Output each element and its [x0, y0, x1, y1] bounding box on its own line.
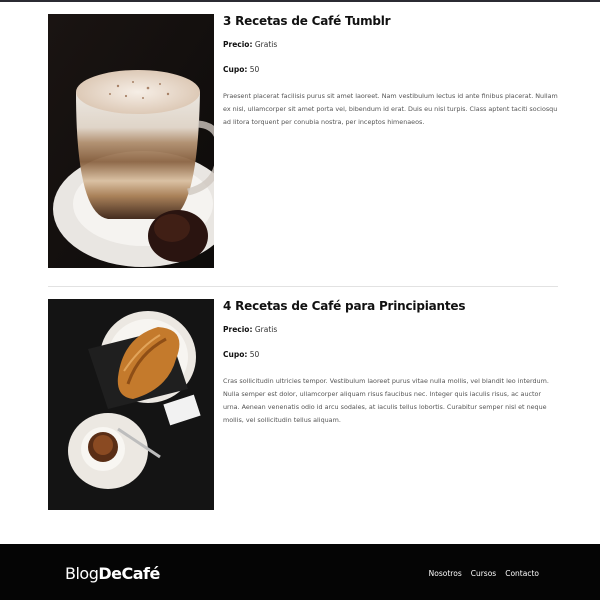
top-border	[0, 0, 600, 2]
cupo-line: Cupo: 50	[223, 350, 558, 360]
course-description: Praesent placerat facilisis purus sit am…	[223, 92, 558, 126]
price-label: Precio:	[223, 40, 253, 49]
cupo-label: Cupo:	[223, 65, 248, 74]
price-line: Precio: Gratis	[223, 40, 558, 50]
cappuccino-image[interactable]	[48, 14, 214, 268]
post-divider	[48, 286, 558, 287]
course-title[interactable]: 3 Recetas de Café Tumblr	[223, 14, 558, 28]
course-description: Cras sollicitudin ultricies tempor. Vest…	[223, 377, 549, 424]
price-line: Precio: Gratis	[223, 325, 558, 335]
croissant-espresso-photo-icon	[48, 299, 214, 510]
cupo-label: Cupo:	[223, 350, 248, 359]
logo-part-blog: Blog	[65, 564, 99, 583]
course-card: 4 Recetas de Café para Principiantes Pre…	[48, 299, 558, 510]
price-label: Precio:	[223, 325, 253, 334]
price-value: Gratis	[254, 325, 278, 334]
nav-link-cursos[interactable]: Cursos	[471, 569, 496, 578]
price-value: Gratis	[254, 40, 278, 49]
site-logo[interactable]: BlogDeCafé	[65, 564, 160, 583]
nav-link-nosotros[interactable]: Nosotros	[429, 569, 462, 578]
cupo-value: 50	[249, 350, 260, 359]
cappuccino-photo-icon	[48, 14, 214, 268]
course-card: 3 Recetas de Café Tumblr Precio: Gratis …	[48, 14, 558, 268]
cupo-line: Cupo: 50	[223, 65, 558, 75]
croissant-image[interactable]	[48, 299, 214, 510]
course-title[interactable]: 4 Recetas de Café para Principiantes	[223, 299, 558, 313]
footer-nav: Nosotros Cursos Contacto	[429, 569, 539, 578]
site-footer: BlogDeCafé Nosotros Cursos Contacto	[0, 544, 600, 600]
logo-part-decafe: DeCafé	[98, 564, 160, 583]
cupo-value: 50	[249, 65, 260, 74]
nav-link-contacto[interactable]: Contacto	[505, 569, 539, 578]
